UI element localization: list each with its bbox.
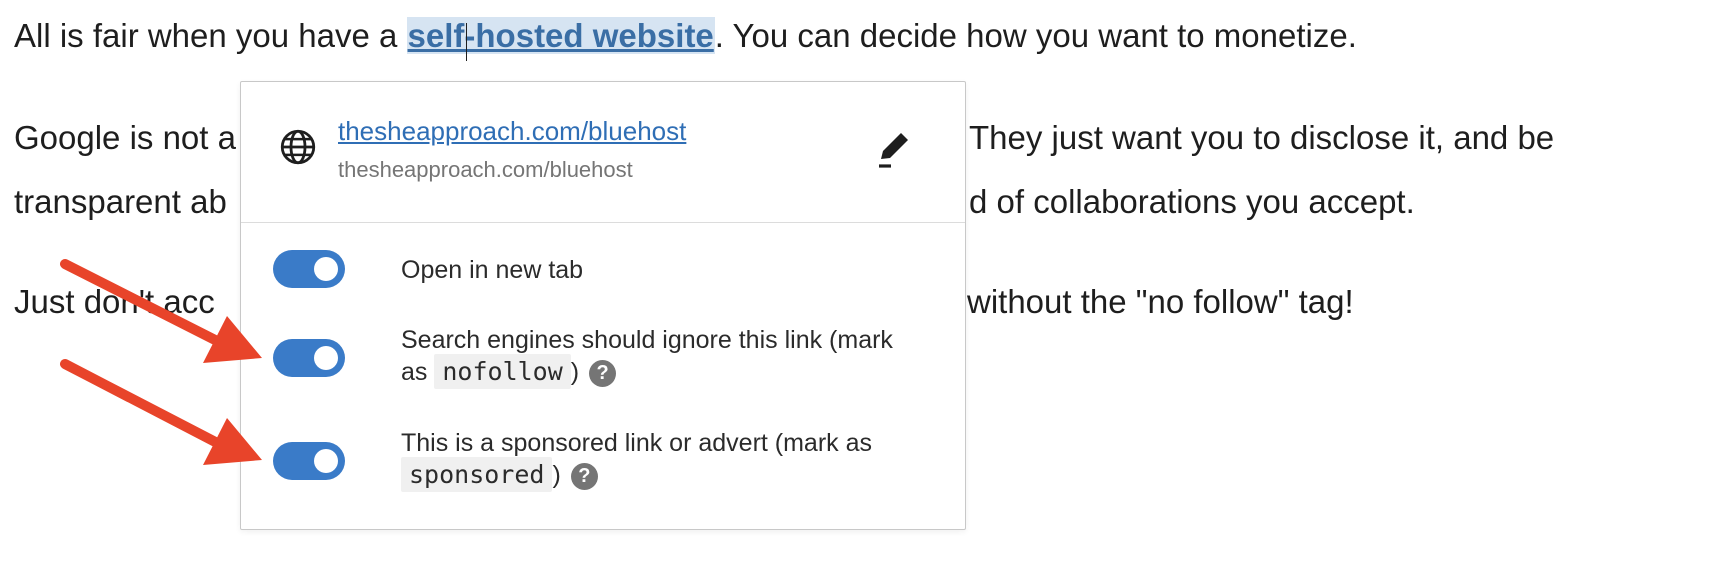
- sponsored-label-line-2: sponsored)?: [401, 457, 872, 492]
- paragraph-2-line-2-left: transparent ab: [14, 183, 227, 220]
- sponsored-toggle[interactable]: [273, 442, 345, 480]
- nofollow-label-line-1: Search engines should ignore this link (…: [401, 326, 893, 354]
- open-new-tab-toggle[interactable]: [273, 250, 345, 288]
- nofollow-toggle[interactable]: [273, 339, 345, 377]
- sponsored-label: This is a sponsored link or advert (mark…: [401, 427, 873, 492]
- paragraph-2-line-1-right: They just want you to disclose it, and b…: [969, 119, 1555, 156]
- link-url-display: thesheapproach.com/bluehost: [338, 157, 633, 182]
- paragraph-3-right: without the "no follow" tag!: [967, 283, 1354, 320]
- selected-link-self-hosted-website[interactable]: self-hosted website: [406, 17, 715, 61]
- option-open-new-tab: Open in new tab: [273, 250, 935, 290]
- toggle-knob: [314, 449, 338, 473]
- paragraph-2-line-2-right: d of collaborations you accept.: [969, 183, 1415, 220]
- pencil-edit-icon[interactable]: [869, 124, 917, 172]
- link-settings-popover: thesheapproach.com/bluehost thesheapproa…: [240, 81, 966, 530]
- link-url[interactable]: thesheapproach.com/bluehost: [338, 116, 686, 147]
- sponsored-label-line-1: This is a sponsored link or advert (mark…: [401, 429, 873, 457]
- paragraph-1-text-after: . You can decide how you want to monetiz…: [714, 17, 1357, 54]
- nofollow-label-prefix: as: [401, 358, 428, 386]
- nofollow-label-suffix: ): [570, 358, 580, 386]
- sponsored-code: sponsored: [401, 457, 553, 492]
- link-preview-header: thesheapproach.com/bluehost thesheapproa…: [241, 82, 965, 223]
- annotation-arrow-sponsored: [60, 359, 262, 465]
- paragraph-2-line-1-left: Google is not a: [14, 119, 236, 156]
- nofollow-help-icon[interactable]: ?: [589, 359, 617, 387]
- text-caret: [465, 23, 467, 61]
- option-nofollow: Search engines should ignore this link (…: [273, 324, 935, 394]
- nofollow-code: nofollow: [434, 354, 571, 389]
- open-new-tab-label: Open in new tab: [401, 256, 584, 284]
- paragraph-1-text-before: All is fair when you have a: [14, 17, 407, 54]
- globe-icon: [280, 129, 316, 165]
- paragraph-1: All is fair when you have a self-hosted …: [14, 4, 1720, 68]
- option-sponsored: This is a sponsored link or advert (mark…: [273, 427, 935, 497]
- nofollow-label-line-2: as nofollow)?: [401, 354, 893, 389]
- paragraph-3-left: Just don't acc: [14, 283, 215, 320]
- toggle-knob: [314, 257, 338, 281]
- nofollow-label: Search engines should ignore this link (…: [401, 324, 893, 389]
- toggle-knob: [314, 346, 338, 370]
- sponsored-label-suffix: ): [552, 461, 561, 489]
- selected-link-text: self-hosted website: [407, 17, 714, 54]
- sponsored-help-icon[interactable]: ?: [570, 462, 598, 490]
